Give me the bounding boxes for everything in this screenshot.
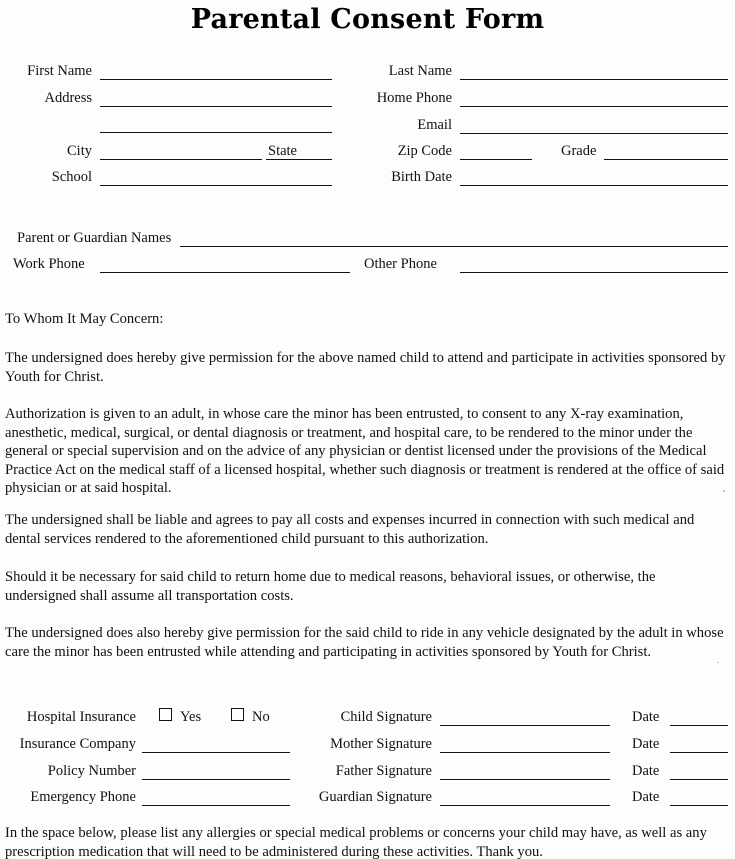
label-parent-guardian-names: Parent or Guardian Names xyxy=(17,230,172,246)
label-insurance-company: Insurance Company xyxy=(19,736,136,752)
input-father-signature[interactable] xyxy=(440,779,610,780)
scan-speck xyxy=(723,490,725,492)
label-zip-code: Zip Code xyxy=(397,143,452,159)
paragraph-permission: The undersigned does hereby give permiss… xyxy=(5,350,726,385)
label-hospital-insurance: Hospital Insurance xyxy=(26,709,136,725)
input-guardian-signature-date[interactable] xyxy=(670,805,728,806)
consent-form-page: Parental Consent Form First Name Address… xyxy=(0,0,735,859)
label-first-name: First Name xyxy=(27,63,92,79)
input-father-signature-date[interactable] xyxy=(670,779,728,780)
input-address-line-1[interactable] xyxy=(100,106,332,107)
paragraph-medical-authorization: Authorization is given to an adult, in w… xyxy=(5,406,725,497)
label-mother-signature-date: Date xyxy=(632,736,660,752)
page-title: Parental Consent Form xyxy=(190,4,545,35)
input-last-name[interactable] xyxy=(460,79,728,80)
label-grade: Grade xyxy=(561,143,597,159)
input-parent-guardian-names[interactable] xyxy=(180,246,728,247)
label-guardian-signature-date: Date xyxy=(632,789,660,805)
label-policy-number: Policy Number xyxy=(47,763,136,779)
salutation: To Whom It May Concern: xyxy=(5,311,164,327)
input-mother-signature[interactable] xyxy=(440,752,610,753)
input-emergency-phone[interactable] xyxy=(142,805,290,806)
label-address: Address xyxy=(44,90,92,106)
input-grade[interactable] xyxy=(604,159,728,160)
label-child-signature-date: Date xyxy=(632,709,660,725)
label-birth-date: Birth Date xyxy=(391,169,452,185)
label-guardian-signature: Guardian Signature xyxy=(318,789,432,805)
input-mother-signature-date[interactable] xyxy=(670,752,728,753)
input-birth-date[interactable] xyxy=(460,185,728,186)
label-emergency-phone: Emergency Phone xyxy=(30,789,136,805)
label-hospital-insurance-no: No xyxy=(252,709,270,725)
input-policy-number[interactable] xyxy=(142,779,290,780)
footer-note: In the space below, please list any alle… xyxy=(5,825,707,859)
input-guardian-signature[interactable] xyxy=(440,805,610,806)
input-email[interactable] xyxy=(460,133,728,134)
paragraph-liability: The undersigned shall be liable and agre… xyxy=(5,512,695,547)
label-other-phone: Other Phone xyxy=(364,256,437,272)
label-city: City xyxy=(67,143,92,159)
input-home-phone[interactable] xyxy=(460,106,728,107)
input-other-phone[interactable] xyxy=(460,272,728,273)
input-city[interactable] xyxy=(100,159,262,160)
label-mother-signature: Mother Signature xyxy=(330,736,432,752)
label-last-name: Last Name xyxy=(388,63,452,79)
checkbox-hospital-insurance-no[interactable] xyxy=(231,708,244,721)
label-father-signature: Father Signature xyxy=(335,763,432,779)
label-home-phone: Home Phone xyxy=(376,90,452,106)
label-hospital-insurance-yes: Yes xyxy=(180,709,202,725)
label-child-signature: Child Signature xyxy=(340,709,432,725)
paragraph-vehicle-permission: The undersigned does also hereby give pe… xyxy=(5,625,724,660)
scan-speck xyxy=(717,662,719,663)
input-address-line-2[interactable] xyxy=(100,132,332,133)
input-insurance-company[interactable] xyxy=(142,752,290,753)
label-state: State xyxy=(268,143,297,159)
input-state[interactable] xyxy=(266,159,332,160)
checkbox-hospital-insurance-yes[interactable] xyxy=(159,708,172,721)
label-father-signature-date: Date xyxy=(632,763,660,779)
input-work-phone[interactable] xyxy=(100,272,350,273)
input-zip-code[interactable] xyxy=(460,159,532,160)
paragraph-transportation: Should it be necessary for said child to… xyxy=(5,569,656,604)
input-school[interactable] xyxy=(100,185,332,186)
input-first-name[interactable] xyxy=(100,79,332,80)
input-child-signature[interactable] xyxy=(440,725,610,726)
input-child-signature-date[interactable] xyxy=(670,725,728,726)
label-school: School xyxy=(51,169,92,185)
label-work-phone: Work Phone xyxy=(13,256,85,272)
label-email: Email xyxy=(417,117,452,133)
